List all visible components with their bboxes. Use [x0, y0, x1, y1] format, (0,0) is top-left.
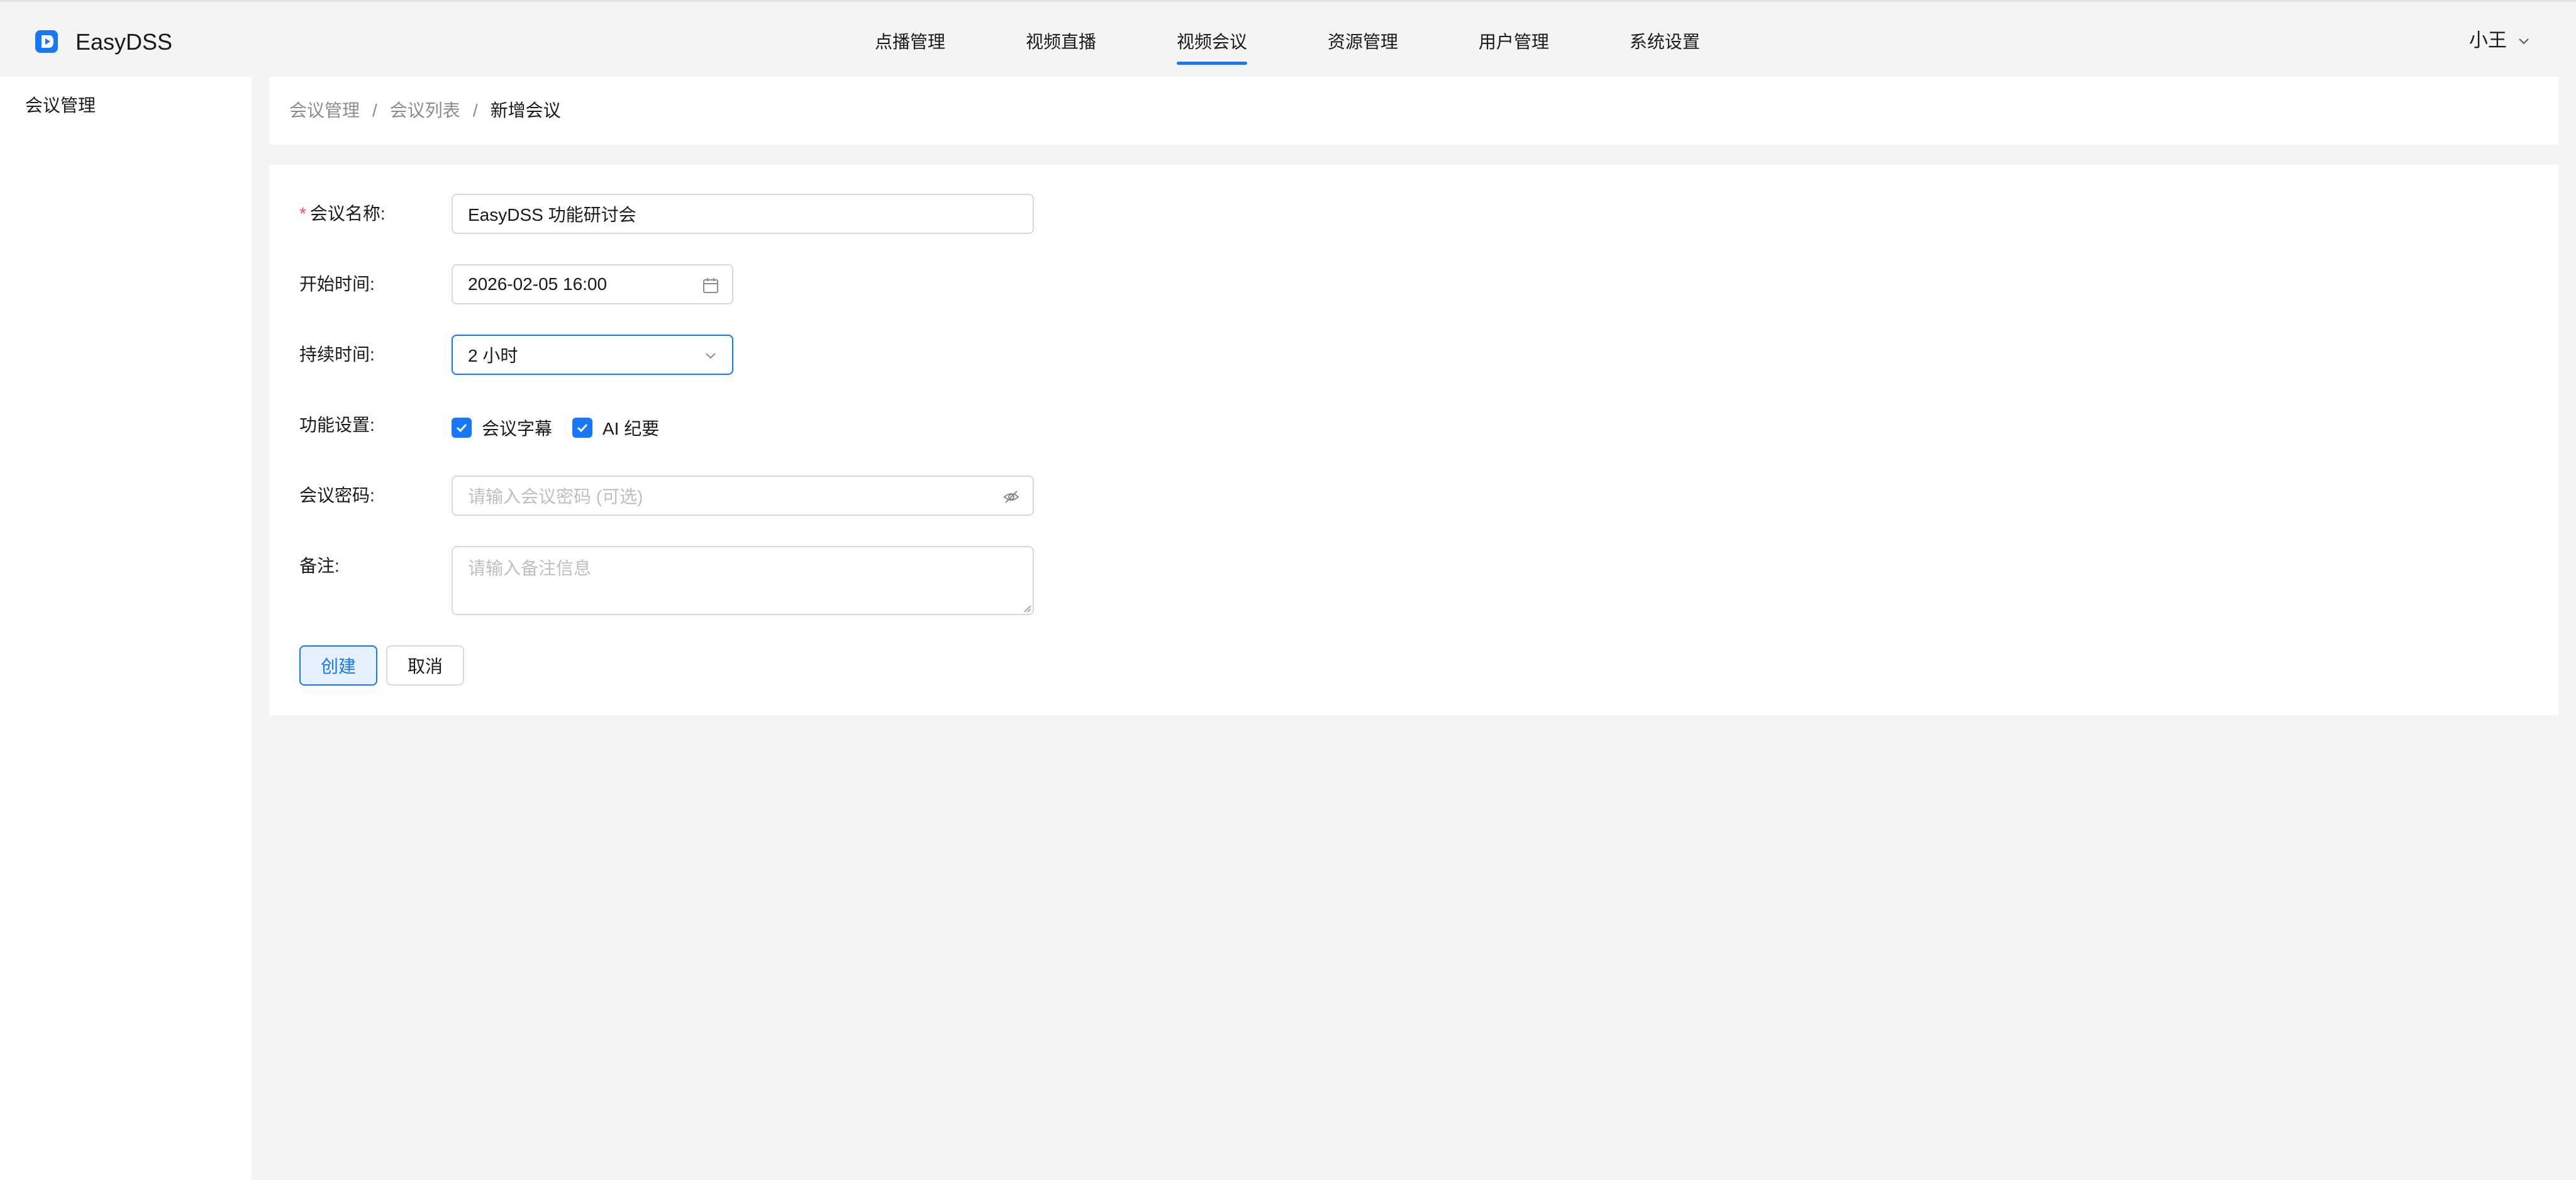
breadcrumb-separator: /: [372, 101, 377, 120]
feature-ai-summary-checkbox[interactable]: AI 纪要: [572, 415, 659, 440]
nav-item-users[interactable]: 用户管理: [1479, 27, 1549, 57]
meeting-name-label: * 会议名称:: [299, 204, 386, 223]
start-time-picker[interactable]: 2026-02-05 16:00: [452, 264, 733, 304]
user-chevron-down-icon: [2519, 38, 2529, 45]
main-nav: 点播管理 视频直播 视频会议 资源管理 用户管理 系统设置: [0, 27, 2576, 65]
breadcrumb-item-meeting-list[interactable]: 会议列表: [390, 96, 460, 126]
feature-subtitles-label: 会议字幕: [482, 419, 553, 438]
feature-ai-summary-label: AI 纪要: [602, 419, 660, 438]
cancel-button[interactable]: 取消: [386, 645, 464, 686]
nav-item-vod[interactable]: 点播管理: [875, 27, 945, 57]
user-name: 小王: [2469, 30, 2507, 51]
check-icon: [456, 423, 467, 433]
start-time-label: 开始时间:: [299, 274, 375, 294]
top-bar: EasyDSS 点播管理 视频直播 视频会议 资源管理 用户管理 系统设置 小王: [0, 0, 2576, 77]
nav-item-resources[interactable]: 资源管理: [1328, 27, 1398, 57]
create-button[interactable]: 创建: [299, 645, 377, 686]
required-mark: *: [299, 204, 306, 223]
check-icon: [577, 423, 588, 433]
breadcrumb-item-new-meeting: 新增会议: [490, 101, 561, 120]
sidebar-item-meeting-management[interactable]: 会议管理: [25, 91, 96, 121]
feature-subtitles-checkbox[interactable]: 会议字幕: [452, 415, 552, 440]
password-input[interactable]: 请输入会议密码 (可选): [452, 476, 1034, 516]
breadcrumb-separator: /: [472, 101, 478, 120]
notes-label: 备注:: [299, 556, 340, 576]
eye-off-icon[interactable]: [1002, 488, 1020, 506]
nav-item-meeting[interactable]: 视频会议: [1177, 27, 1248, 65]
user-menu[interactable]: 小王: [2469, 26, 2531, 56]
meeting-name-input[interactable]: EasyDSS 功能研讨会: [452, 194, 1034, 234]
duration-label: 持续时间:: [299, 345, 375, 364]
calendar-icon: [703, 278, 718, 293]
select-chevron-down-icon: [706, 353, 716, 359]
features-label: 功能设置:: [299, 415, 375, 435]
sidebar: 会议管理: [0, 77, 252, 1180]
notes-textarea[interactable]: 请输入备注信息: [452, 546, 1034, 615]
breadcrumb: 会议管理 / 会议列表 / 新增会议: [289, 96, 561, 126]
breadcrumb-card: 会议管理 / 会议列表 / 新增会议: [269, 77, 2558, 145]
password-label: 会议密码:: [299, 486, 375, 505]
resize-icon[interactable]: [1021, 603, 1031, 613]
nav-item-live[interactable]: 视频直播: [1026, 27, 1096, 57]
meeting-form: * 会议名称: EasyDSS 功能研讨会 开始时间: 2026-02-05 16…: [269, 165, 2558, 715]
nav-item-settings[interactable]: 系统设置: [1629, 27, 1700, 57]
duration-select[interactable]: 2 小时: [452, 335, 733, 375]
breadcrumb-item-meeting-management[interactable]: 会议管理: [289, 96, 360, 126]
